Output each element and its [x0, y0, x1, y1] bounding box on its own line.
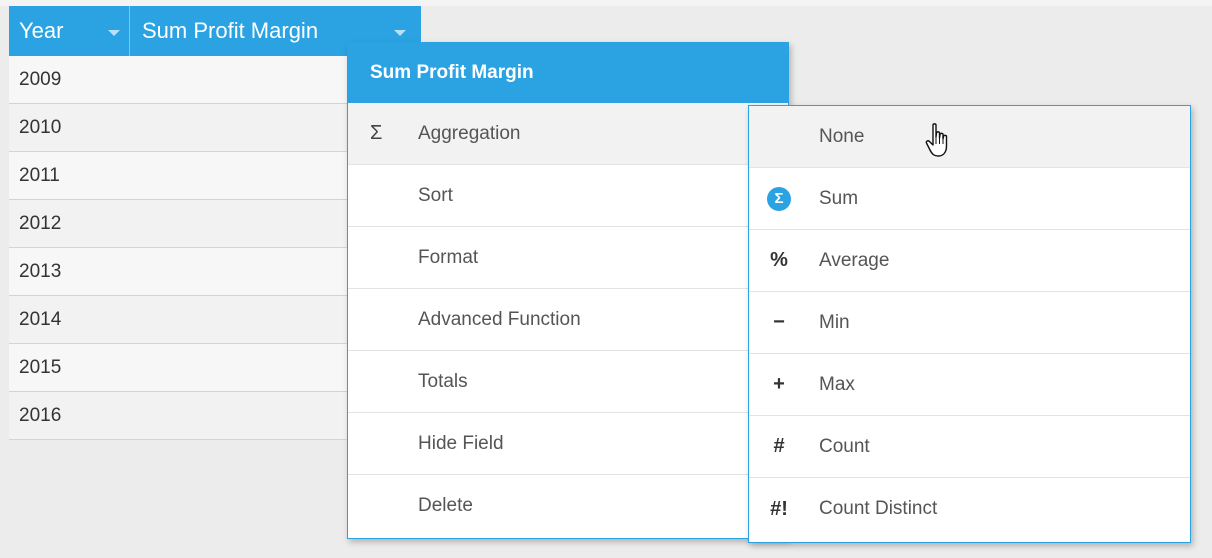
menu-item-label: Format: [418, 246, 479, 268]
option-label: Min: [819, 311, 850, 333]
aggregation-option-sum[interactable]: Σ Sum: [749, 168, 1190, 230]
menu-item-label: Hide Field: [418, 432, 504, 454]
menu-item-delete[interactable]: Delete: [348, 475, 788, 537]
column-header-year-label: Year: [19, 18, 64, 43]
aggregation-submenu: None Σ Sum % Average − Min + Max # Count…: [748, 105, 1191, 543]
aggregation-option-count[interactable]: # Count: [749, 416, 1190, 478]
cell-year: 2011: [19, 164, 60, 186]
cell-year: 2014: [19, 308, 62, 330]
hash-icon: #: [773, 435, 785, 457]
menu-item-label: Totals: [418, 370, 468, 392]
sum-circle-icon: Σ: [765, 186, 793, 211]
sigma-icon: Σ: [370, 122, 383, 144]
option-label: None: [819, 125, 865, 147]
cell-year: 2012: [19, 212, 62, 234]
menu-item-aggregation[interactable]: Σ Aggregation: [348, 103, 788, 165]
chevron-down-icon[interactable]: [394, 30, 406, 36]
sum-circle-glyph: Σ: [767, 186, 791, 211]
option-label: Sum: [819, 187, 859, 209]
aggregation-option-min[interactable]: − Min: [749, 292, 1190, 354]
menu-item-label: Sort: [418, 184, 453, 206]
aggregation-option-count-distinct[interactable]: #! Count Distinct: [749, 478, 1190, 540]
cell-year: 2016: [19, 404, 62, 426]
cell-year: 2015: [19, 356, 62, 378]
field-context-menu: Sum Profit Margin Σ Aggregation Sort For…: [347, 42, 789, 539]
menu-item-label: Delete: [418, 495, 473, 516]
field-menu-title: Sum Profit Margin: [348, 43, 788, 103]
menu-item-sort[interactable]: Sort: [348, 165, 788, 227]
percent-icon: %: [770, 249, 788, 271]
cell-year: 2009: [19, 68, 62, 90]
cell-year: 2013: [19, 260, 62, 282]
aggregation-option-average[interactable]: % Average: [749, 230, 1190, 292]
hand-pointer-cursor-icon: [924, 122, 952, 165]
aggregation-option-max[interactable]: + Max: [749, 354, 1190, 416]
minus-icon: −: [773, 311, 785, 333]
menu-item-label: Advanced Function: [418, 308, 581, 330]
option-label: Average: [819, 249, 890, 271]
menu-item-totals[interactable]: Totals: [348, 351, 788, 413]
cell-year: 2010: [19, 116, 62, 138]
menu-item-hide-field[interactable]: Hide Field: [348, 413, 788, 475]
menu-item-format[interactable]: Format: [348, 227, 788, 289]
menu-item-label: Aggregation: [418, 122, 521, 144]
hash-exclaim-icon: #!: [770, 497, 788, 520]
plus-icon: +: [773, 373, 785, 395]
option-label: Count Distinct: [819, 498, 938, 519]
column-header-metric-label: Sum Profit Margin: [142, 18, 319, 43]
column-header-year[interactable]: Year: [9, 6, 130, 56]
option-label: Max: [819, 373, 855, 395]
menu-item-advanced-function[interactable]: Advanced Function: [348, 289, 788, 351]
aggregation-option-none[interactable]: None: [749, 106, 1190, 168]
chevron-down-icon[interactable]: [108, 30, 120, 36]
option-label: Count: [819, 435, 870, 457]
